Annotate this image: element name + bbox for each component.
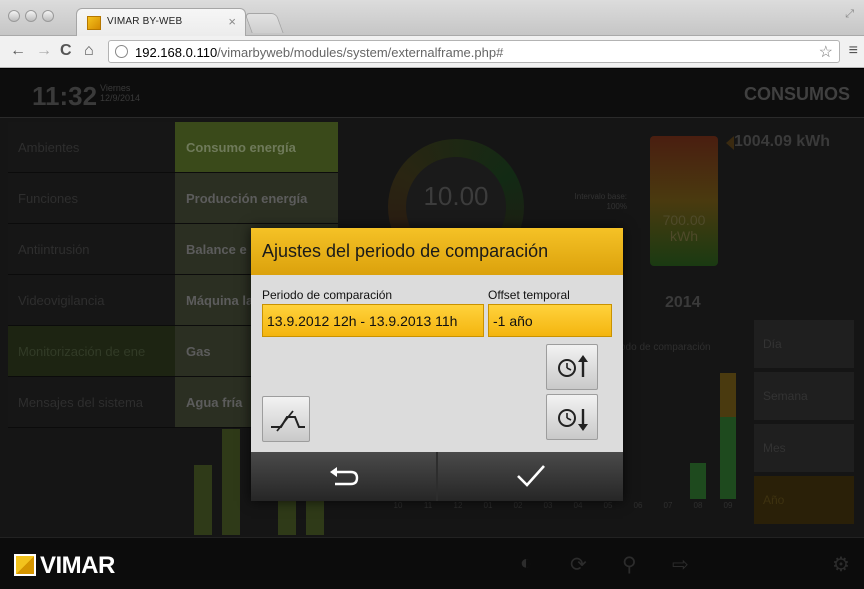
x-tick-label: 04 xyxy=(573,501,583,510)
weekday: Viernes xyxy=(100,83,131,93)
x-tick-label: 07 xyxy=(663,501,673,510)
clock-date: Viernes 12/9/2014 xyxy=(100,83,140,103)
bg-bar xyxy=(306,495,324,535)
chart-bar xyxy=(720,373,736,499)
main-menu: Ambientes Funciones Antiintrusión Videov… xyxy=(8,122,175,428)
browser-menu-icon[interactable]: ≡ xyxy=(849,42,858,60)
menu-item-funciones[interactable]: Funciones xyxy=(8,173,175,224)
sync-icon[interactable]: ⟳ xyxy=(570,552,587,577)
fullscreen-icon[interactable]: ⤢ xyxy=(845,8,854,21)
home-icon[interactable]: ⌂ xyxy=(84,41,94,61)
return-arrow-icon xyxy=(330,467,359,486)
window-close-control[interactable] xyxy=(8,10,20,22)
x-tick-label: 03 xyxy=(543,501,553,510)
window-zoom-control[interactable] xyxy=(42,10,54,22)
offset-increase-button[interactable] xyxy=(546,344,598,390)
date: 12/9/2014 xyxy=(100,93,141,103)
period-month-button[interactable]: Mes xyxy=(754,424,854,472)
settings-icon[interactable]: ⚙ xyxy=(832,552,850,577)
bg-bar xyxy=(222,429,240,535)
chart-year: 2014 xyxy=(665,294,701,311)
url-text: 192.168.0.110/vimarbyweb/modules/system/… xyxy=(135,45,503,60)
period-year-button[interactable]: Año xyxy=(754,476,854,524)
bookmark-star-icon[interactable]: ☆ xyxy=(819,42,833,62)
offset-field[interactable]: -1 año xyxy=(488,304,612,337)
dialog-title: Ajustes del periodo de comparación xyxy=(251,228,623,275)
x-tick-label: 10 xyxy=(393,501,403,510)
window-minimize-control[interactable] xyxy=(25,10,37,22)
tab-title: VIMAR BY-WEB xyxy=(107,16,183,27)
x-tick-label: 02 xyxy=(513,501,523,510)
dialog-confirm-button[interactable] xyxy=(438,452,623,501)
gauge-value: 10.00 xyxy=(423,181,489,211)
clock-down-icon xyxy=(558,409,588,431)
chart-x-axis: 10 11 12 01 02 03 04 05 06 07 08 09 xyxy=(380,501,746,513)
page-title: CONSUMOS xyxy=(743,84,850,104)
offset-decrease-button[interactable] xyxy=(546,394,598,440)
menu-item-videovigilancia[interactable]: Videovigilancia xyxy=(8,275,175,326)
interval-label: Intervalo base: xyxy=(574,192,627,201)
x-tick-label: 08 xyxy=(693,501,703,510)
x-tick-label: 05 xyxy=(603,501,613,510)
submenu-item-consumo[interactable]: Consumo energía xyxy=(175,122,338,173)
url-host: 192.168.0.110 xyxy=(135,45,218,60)
address-bar[interactable]: 192.168.0.110/vimarbyweb/modules/system/… xyxy=(108,40,840,63)
browser-toolbar: ← → C ⌂ 192.168.0.110/vimarbyweb/modules… xyxy=(0,36,864,68)
interval-base: Intervalo base: 100% xyxy=(553,192,627,212)
vimar-favicon-icon xyxy=(87,16,101,30)
clock-time: 11:32 xyxy=(32,81,98,111)
total-arrow-icon xyxy=(726,136,734,150)
new-tab-button[interactable] xyxy=(244,13,284,33)
period-field[interactable]: 13.9.2012 12h - 13.9.2013 11h xyxy=(262,304,484,337)
comparison-settings-dialog: Ajustes del periodo de comparación Perio… xyxy=(251,228,623,501)
menu-item-antiintrusion[interactable]: Antiintrusión xyxy=(8,224,175,275)
period-day-button[interactable]: Día xyxy=(754,320,854,368)
app-header: 11:32 Viernes 12/9/2014 CONSUMOS xyxy=(0,69,864,118)
moon-icon[interactable]: ◐ xyxy=(520,552,532,575)
forward-arrow-icon[interactable]: → xyxy=(36,41,52,61)
url-path: /vimarbyweb/modules/system/externalframe… xyxy=(217,45,504,60)
offset-label: Offset temporal xyxy=(488,288,570,302)
back-arrow-icon[interactable]: ← xyxy=(10,41,26,61)
page-info-icon[interactable] xyxy=(115,45,128,58)
vimar-logo-text: VIMAR xyxy=(40,552,115,579)
tab-close-icon[interactable]: × xyxy=(228,14,236,29)
search-icon[interactable]: ⚲ xyxy=(622,552,637,577)
submenu-item-produccion[interactable]: Producción energía xyxy=(175,173,338,224)
x-tick-label: 12 xyxy=(453,501,463,510)
period-week-button[interactable]: Semana xyxy=(754,372,854,420)
browser-tab-bar: VIMAR BY-WEB × ⤢ xyxy=(0,0,864,36)
comparison-caption: odo de comparación xyxy=(620,342,711,353)
meter-value: 700.00 kWh xyxy=(650,212,718,244)
period-menu: Día Semana Mes Año xyxy=(754,320,854,528)
consumption-meter xyxy=(650,136,718,266)
export-icon[interactable]: ⇨ xyxy=(672,552,689,577)
x-tick-label: 09 xyxy=(723,501,733,510)
bg-bar xyxy=(194,465,212,535)
period-label: Periodo de comparación xyxy=(262,288,393,302)
app-footer: VIMAR ◐ ⟳ ⚲ ⇨ ⚙ xyxy=(0,537,864,589)
checkmark-icon xyxy=(517,465,545,487)
x-tick-label: 06 xyxy=(633,501,643,510)
clock-up-icon xyxy=(558,355,588,377)
x-tick-label: 11 xyxy=(423,501,433,510)
total-consumption: 1004.09 kWh xyxy=(734,133,831,150)
meter-number: 700.00 xyxy=(662,212,706,228)
dialog-footer xyxy=(251,452,623,501)
menu-item-mensajes[interactable]: Mensajes del sistema xyxy=(8,377,175,428)
vimar-logo-icon xyxy=(14,554,36,576)
x-tick-label: 01 xyxy=(483,501,493,510)
chart-bar xyxy=(690,463,706,499)
offset-toggle-button[interactable] xyxy=(262,396,310,442)
dialog-back-button[interactable] xyxy=(251,452,436,501)
meter-unit: kWh xyxy=(670,228,698,244)
menu-item-ambientes[interactable]: Ambientes xyxy=(8,122,175,173)
interval-value: 100% xyxy=(606,202,627,211)
browser-tab[interactable]: VIMAR BY-WEB × xyxy=(76,8,246,36)
offset-curve-icon xyxy=(271,410,305,432)
reload-icon[interactable]: C xyxy=(60,41,72,61)
menu-item-monitorizacion[interactable]: Monitorización de ene xyxy=(8,326,175,377)
